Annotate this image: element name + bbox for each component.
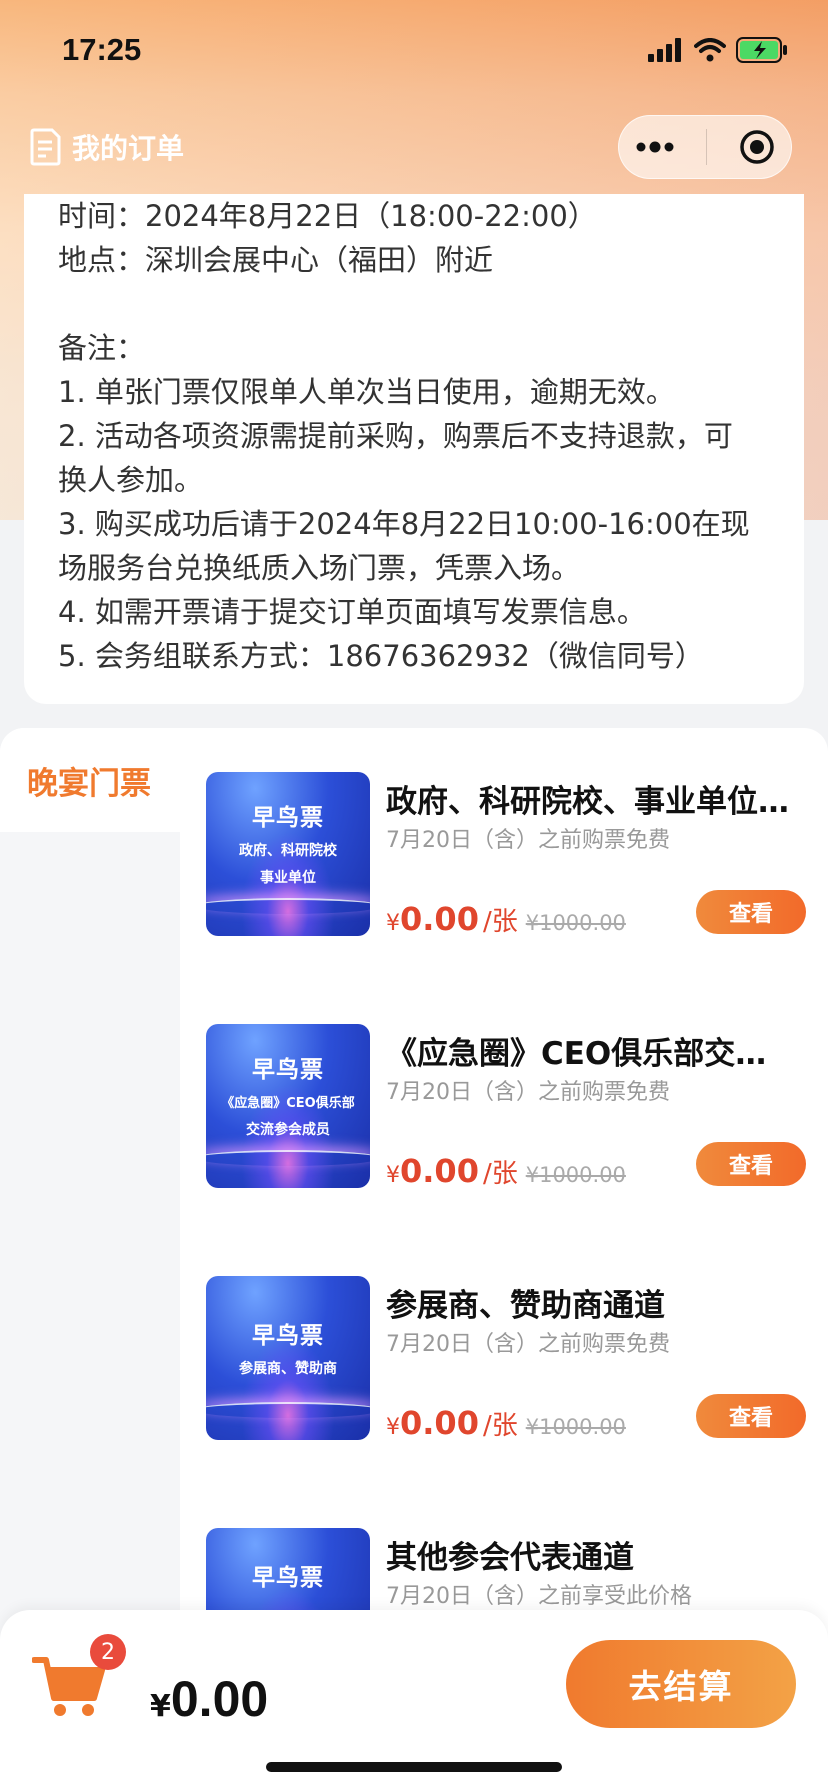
note-line: 3. 购买成功后请于2024年8月22日10:00-16:00在现 [58,507,750,541]
currency-symbol: ¥ [386,1163,400,1188]
price-unit: /张 [482,907,518,937]
ticket-thumbnail: 早鸟票 《应急圈》CEO俱乐部 交流参会成员 [206,1024,370,1188]
thumb-title: 早鸟票 [252,1057,324,1083]
price-value: 0.00 [400,1404,479,1442]
thumb-subtitle: 参展商、赞助商 [239,1361,337,1377]
ticket-item[interactable]: 早鸟票 参展商、赞助商 参展商、赞助商通道 7月20日（含）之前购票免费 ¥0.… [206,1276,806,1442]
ticket-note: 7月20日（含）之前购票免费 [386,1080,670,1105]
checkout-button[interactable]: 去结算 [566,1640,796,1728]
ticket-name: 政府、科研院校、事业单位… [386,784,789,820]
thumb-subtitle: 事业单位 [260,870,316,886]
ticket-name: 《应急圈》CEO俱乐部交… [386,1036,767,1072]
ticket-price: ¥0.00/张 ¥1000.00 [386,1404,626,1442]
system-icons [648,37,788,63]
mini-program-capsule [618,115,792,179]
original-price: ¥1000.00 [525,1163,626,1187]
view-button[interactable]: 查看 [696,1394,806,1438]
price-value: 0.00 [400,1152,479,1190]
original-price: ¥1000.00 [525,1415,626,1439]
total-value: 0.00 [170,1671,269,1727]
ticket-price: ¥0.00/张 ¥1000.00 [386,1152,626,1190]
status-time: 17:25 [62,32,142,67]
thumb-title: 早鸟票 [252,1323,324,1349]
ticket-name: 参展商、赞助商通道 [386,1288,665,1324]
ticket-item[interactable]: 早鸟票 《应急圈》CEO俱乐部 交流参会成员 《应急圈》CEO俱乐部交… 7月2… [206,1024,806,1190]
note-line: 5. 会务组联系方式：18676362932（微信同号） [58,639,704,673]
ticket-note: 7月20日（含）之前享受此价格 [386,1584,692,1609]
thumb-title: 早鸟票 [252,1565,324,1591]
notes-label: 备注： [58,331,146,365]
note-line: 4. 如需开票请于提交订单页面填写发票信息。 [58,595,646,629]
ticket-note: 7月20日（含）之前购票免费 [386,828,670,853]
nav-title: 我的订单 [72,132,185,165]
sidebar-item-dinner-tickets[interactable]: 晚宴门票 [0,728,180,832]
status-bar: 17:25 [0,0,828,100]
ticket-item[interactable]: 早鸟票 政府、科研院校 事业单位 政府、科研院校、事业单位… 7月20日（含）之… [206,772,806,938]
note-line: 场服务台兑换纸质入场门票，凭票入场。 [58,551,581,585]
my-orders-link[interactable]: 我的订单 [30,127,184,167]
signal-icon [648,38,681,62]
event-info-card: 时间：2024年8月22日（18:00-22:00） 地点：深圳会展中心（福田）… [24,194,804,704]
price-unit: /张 [482,1411,518,1441]
note-line: 换人参加。 [58,463,204,497]
price-unit: /张 [482,1159,518,1189]
event-time: 时间：2024年8月22日（18:00-22:00） [58,199,597,233]
currency-symbol: ¥ [386,1415,400,1440]
view-button[interactable]: 查看 [696,1142,806,1186]
ticket-name: 其他参会代表通道 [386,1540,634,1576]
thumb-title: 早鸟票 [252,805,324,831]
thumb-subtitle: 政府、科研院校 [239,843,337,859]
cart-button[interactable]: 2 [31,1634,126,1722]
ticket-thumbnail: 早鸟票 政府、科研院校 事业单位 [206,772,370,936]
total-price: ¥0.00 [150,1670,268,1728]
close-target-icon[interactable] [739,129,775,165]
ticket-thumbnail: 早鸟票 参展商、赞助商 [206,1276,370,1440]
currency-symbol: ¥ [150,1689,171,1724]
thumb-subtitle: 交流参会成员 [246,1122,330,1138]
home-indicator [266,1762,562,1772]
note-line: 1. 单张门票仅限单人单次当日使用，逾期无效。 [58,375,675,409]
note-line: 2. 活动各项资源需提前采购，购票后不支持退款，可 [58,419,733,453]
nav-bar: 我的订单 [0,100,828,194]
ticket-price: ¥0.00/张 ¥1000.00 [386,900,626,938]
event-location: 地点：深圳会展中心（福田）附近 [58,243,494,277]
order-document-icon [30,128,61,166]
price-value: 0.00 [400,900,479,938]
ticket-note: 7月20日（含）之前购票免费 [386,1332,670,1357]
more-icon[interactable] [635,141,675,153]
thumb-subtitle: 《应急圈》CEO俱乐部 [221,1096,355,1111]
cart-count-badge: 2 [90,1634,126,1670]
view-button[interactable]: 查看 [696,890,806,934]
battery-icon [736,37,787,63]
sidebar-item-label: 晚宴门票 [27,765,151,802]
capsule-divider [706,129,708,165]
original-price: ¥1000.00 [525,911,626,935]
currency-symbol: ¥ [386,911,400,936]
wifi-icon [694,38,726,62]
